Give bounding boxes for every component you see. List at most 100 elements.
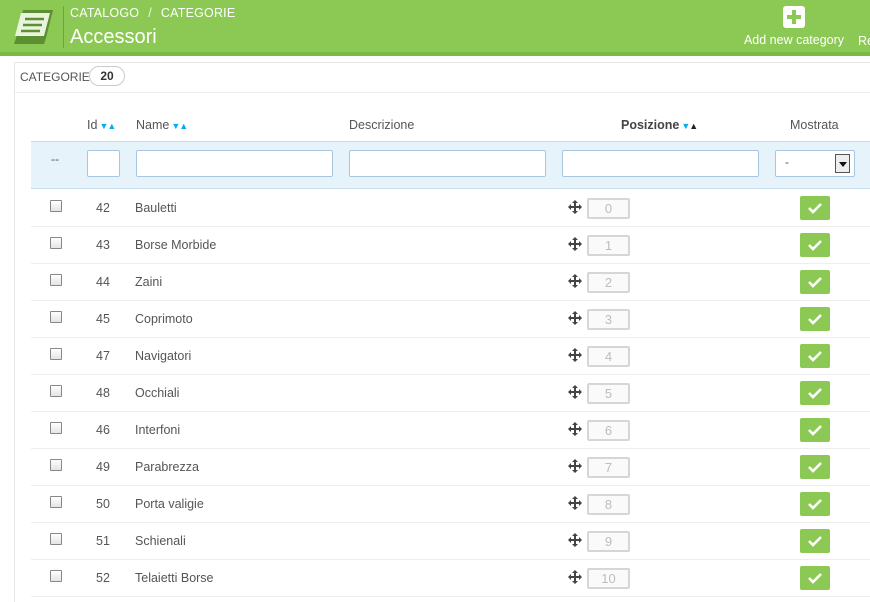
check-icon: [808, 277, 822, 288]
table-row[interactable]: 52 Telaietti Borse 10: [31, 560, 870, 597]
page-title: Accessori: [70, 26, 157, 48]
row-position: 1: [587, 235, 630, 256]
row-position: 7: [587, 457, 630, 478]
row-checkbox[interactable]: [50, 496, 62, 508]
move-icon[interactable]: [568, 496, 582, 510]
check-icon: [808, 462, 822, 473]
row-checkbox[interactable]: [50, 200, 62, 212]
filter-position-input[interactable]: [562, 150, 759, 177]
column-header-position-label: Posizione: [621, 118, 680, 132]
table-row[interactable]: 45 Coprimoto 3: [31, 301, 870, 338]
shown-toggle-button[interactable]: [800, 307, 830, 331]
row-position: 9: [587, 531, 630, 552]
table-row[interactable]: 48 Occhiali 5: [31, 375, 870, 412]
row-position: 10: [587, 568, 630, 589]
filter-shown-select[interactable]: -: [775, 150, 855, 177]
row-id: 50: [96, 497, 110, 511]
move-icon[interactable]: [568, 200, 582, 214]
table-row[interactable]: 51 Schienali 9: [31, 523, 870, 560]
row-name: Interfoni: [135, 423, 181, 437]
move-icon[interactable]: [568, 422, 582, 436]
shown-toggle-button[interactable]: [800, 196, 830, 220]
column-header-id[interactable]: Id ▼▲: [87, 118, 116, 132]
filter-bulk-placeholder: --: [51, 152, 59, 166]
check-icon: [808, 203, 822, 214]
row-checkbox[interactable]: [50, 237, 62, 249]
row-name: Schienali: [135, 534, 186, 548]
table-row[interactable]: 46 Interfoni 6: [31, 412, 870, 449]
shown-toggle-button[interactable]: [800, 418, 830, 442]
breadcrumb-separator: /: [148, 6, 152, 20]
row-checkbox[interactable]: [50, 348, 62, 360]
row-id: 42: [96, 201, 110, 215]
sort-asc-active-icon[interactable]: ▲: [689, 121, 698, 131]
move-icon[interactable]: [568, 570, 582, 584]
move-icon[interactable]: [568, 348, 582, 362]
check-icon: [808, 351, 822, 362]
row-checkbox[interactable]: [50, 533, 62, 545]
move-icon[interactable]: [568, 274, 582, 288]
row-id: 52: [96, 571, 110, 585]
sort-asc-icon[interactable]: ▲: [179, 121, 188, 131]
panel-title: CATEGORIE: [20, 70, 90, 84]
shown-toggle-button[interactable]: [800, 233, 830, 257]
sort-arrows-icon: ▼▲: [99, 121, 116, 131]
filter-shown-value: -: [785, 155, 789, 169]
toolbar-button-truncated[interactable]: Re: [858, 34, 870, 48]
row-id: 43: [96, 238, 110, 252]
row-id: 44: [96, 275, 110, 289]
row-checkbox[interactable]: [50, 570, 62, 582]
plus-icon: [783, 6, 805, 28]
row-checkbox[interactable]: [50, 311, 62, 323]
table-row[interactable]: 47 Navigatori 4: [31, 338, 870, 375]
row-checkbox[interactable]: [50, 459, 62, 471]
row-position: 5: [587, 383, 630, 404]
table-row[interactable]: 44 Zaini 2: [31, 264, 870, 301]
page-header: CATALOGO / CATEGORIE Accessori Add new cat…: [0, 0, 870, 52]
row-position: 0: [587, 198, 630, 219]
shown-toggle-button[interactable]: [800, 381, 830, 405]
column-header-name[interactable]: Name ▼▲: [136, 118, 188, 132]
table-row[interactable]: 49 Parabrezza 7: [31, 449, 870, 486]
shown-toggle-button[interactable]: [800, 566, 830, 590]
breadcrumb-catalog[interactable]: CATALOGO: [70, 6, 139, 20]
check-icon: [808, 573, 822, 584]
breadcrumb-categories[interactable]: CATEGORIE: [161, 6, 236, 20]
filter-name-input[interactable]: [136, 150, 333, 177]
row-id: 48: [96, 386, 110, 400]
move-icon[interactable]: [568, 459, 582, 473]
row-name: Telaietti Borse: [135, 571, 214, 585]
move-icon[interactable]: [568, 237, 582, 251]
check-icon: [808, 536, 822, 547]
book-icon: [14, 10, 53, 44]
row-position: 6: [587, 420, 630, 441]
sort-asc-icon[interactable]: ▲: [107, 121, 116, 131]
shown-toggle-button[interactable]: [800, 455, 830, 479]
column-header-description: Descrizione: [349, 118, 415, 132]
row-name: Porta valigie: [135, 497, 204, 511]
table-row[interactable]: 50 Porta valigie 8: [31, 486, 870, 523]
row-checkbox[interactable]: [50, 422, 62, 434]
shown-toggle-button[interactable]: [800, 344, 830, 368]
table-row[interactable]: 42 Bauletti 0: [31, 190, 870, 227]
add-new-category-button[interactable]: Add new category: [741, 6, 847, 50]
check-icon: [808, 240, 822, 251]
move-icon[interactable]: [568, 385, 582, 399]
row-position: 8: [587, 494, 630, 515]
row-checkbox[interactable]: [50, 385, 62, 397]
row-id: 46: [96, 423, 110, 437]
shown-toggle-button[interactable]: [800, 529, 830, 553]
table-row[interactable]: 43 Borse Morbide 1: [31, 227, 870, 264]
row-position: 4: [587, 346, 630, 367]
sort-arrows-icon: ▼▲: [681, 121, 698, 131]
row-checkbox[interactable]: [50, 274, 62, 286]
column-header-position[interactable]: Posizione ▼▲: [621, 118, 698, 132]
move-icon[interactable]: [568, 311, 582, 325]
move-icon[interactable]: [568, 533, 582, 547]
filter-id-input[interactable]: [87, 150, 120, 177]
row-name: Borse Morbide: [135, 238, 217, 252]
sort-arrows-icon: ▼▲: [171, 121, 188, 131]
filter-description-input[interactable]: [349, 150, 546, 177]
shown-toggle-button[interactable]: [800, 492, 830, 516]
shown-toggle-button[interactable]: [800, 270, 830, 294]
